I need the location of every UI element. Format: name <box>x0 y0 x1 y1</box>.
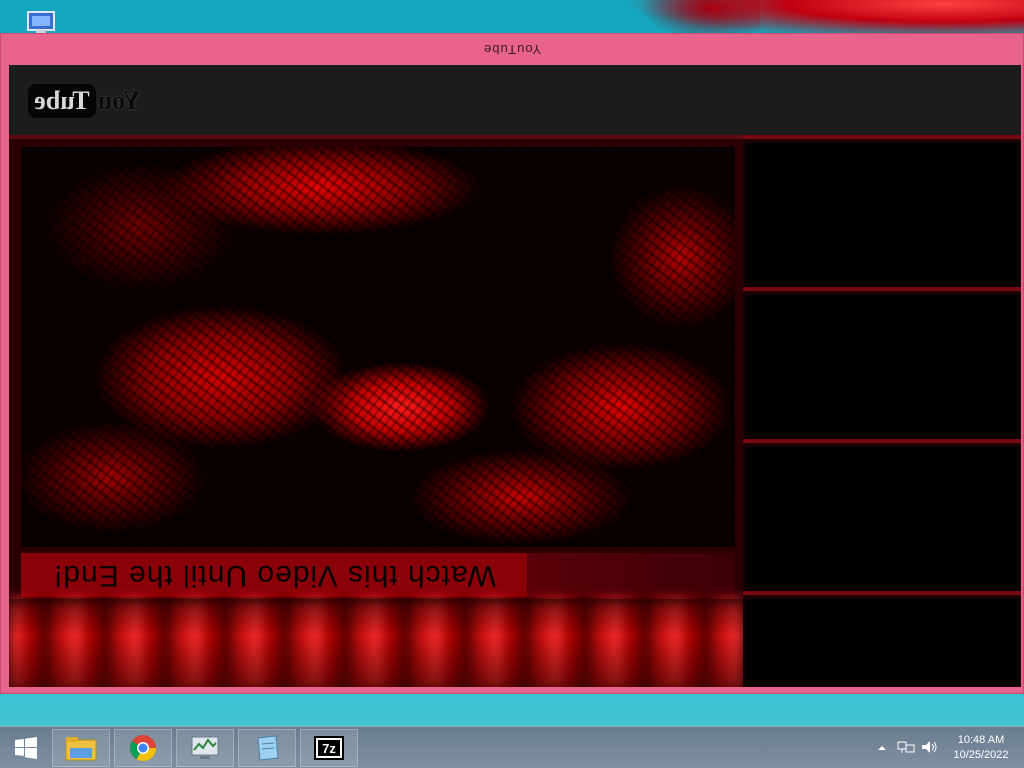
volume-tray-icon[interactable] <box>920 739 938 755</box>
logo-you-text: You <box>97 86 141 115</box>
related-video-item[interactable] <box>743 439 1021 589</box>
clock-date: 10/25/2022 <box>953 749 1009 761</box>
taskbar-notepad-button[interactable] <box>238 729 296 767</box>
video-player: Watch this Video Until the End! <box>9 135 743 687</box>
youtube-logo[interactable]: You Tube <box>21 79 141 123</box>
clock-time: 10:48 AM <box>957 734 1005 746</box>
youtube-header: You Tube <box>9 65 1021 135</box>
7zip-label: 7z <box>322 741 336 756</box>
logo-tube-text: Tube <box>28 84 96 118</box>
related-videos-sidebar <box>743 135 1021 687</box>
video-caption-bar: Watch this Video Until the End! <box>21 553 527 597</box>
chevron-up-icon <box>878 746 886 750</box>
desktop-computer-icon[interactable] <box>14 8 62 36</box>
task-manager-icon <box>191 736 219 759</box>
7zip-icon: 7z <box>314 736 344 760</box>
taskbar: 7z 10:48 AM 10/25/2022 <box>0 726 1024 768</box>
taskbar-clock[interactable]: 10:48 AM 10/25/2022 <box>944 733 1018 765</box>
windows-logo-icon <box>15 737 37 759</box>
related-video-item[interactable] <box>743 287 1021 437</box>
notepad-icon <box>257 735 279 761</box>
video-caption: Watch this Video Until the End! <box>52 559 496 592</box>
chrome-icon <box>129 735 157 762</box>
window-content: You Tube Watch this Video Until the End! <box>9 65 1021 687</box>
taskbar-chrome-button[interactable] <box>114 729 172 767</box>
start-button[interactable] <box>4 731 48 765</box>
speaker-icon <box>922 741 937 753</box>
file-explorer-icon <box>65 737 97 761</box>
window-titlebar[interactable]: YouTube <box>1 34 1023 64</box>
network-tray-icon[interactable] <box>897 739 915 755</box>
caption-bar-fill <box>527 553 735 597</box>
network-icon <box>897 741 915 753</box>
strip-shade <box>9 599 743 687</box>
related-video-item[interactable] <box>743 591 1021 687</box>
video-texture <box>21 147 735 547</box>
show-hidden-icons-button[interactable] <box>876 741 888 753</box>
related-video-item[interactable] <box>743 135 1021 285</box>
taskbar-task-manager-button[interactable] <box>176 729 234 767</box>
video-frame[interactable] <box>21 147 735 547</box>
browser-window: YouTube You Tube Watch this Video Until … <box>0 33 1024 694</box>
window-title: YouTube <box>482 41 542 57</box>
taskbar-file-explorer-button[interactable] <box>52 729 110 767</box>
taskbar-7zip-button[interactable]: 7z <box>300 729 358 767</box>
